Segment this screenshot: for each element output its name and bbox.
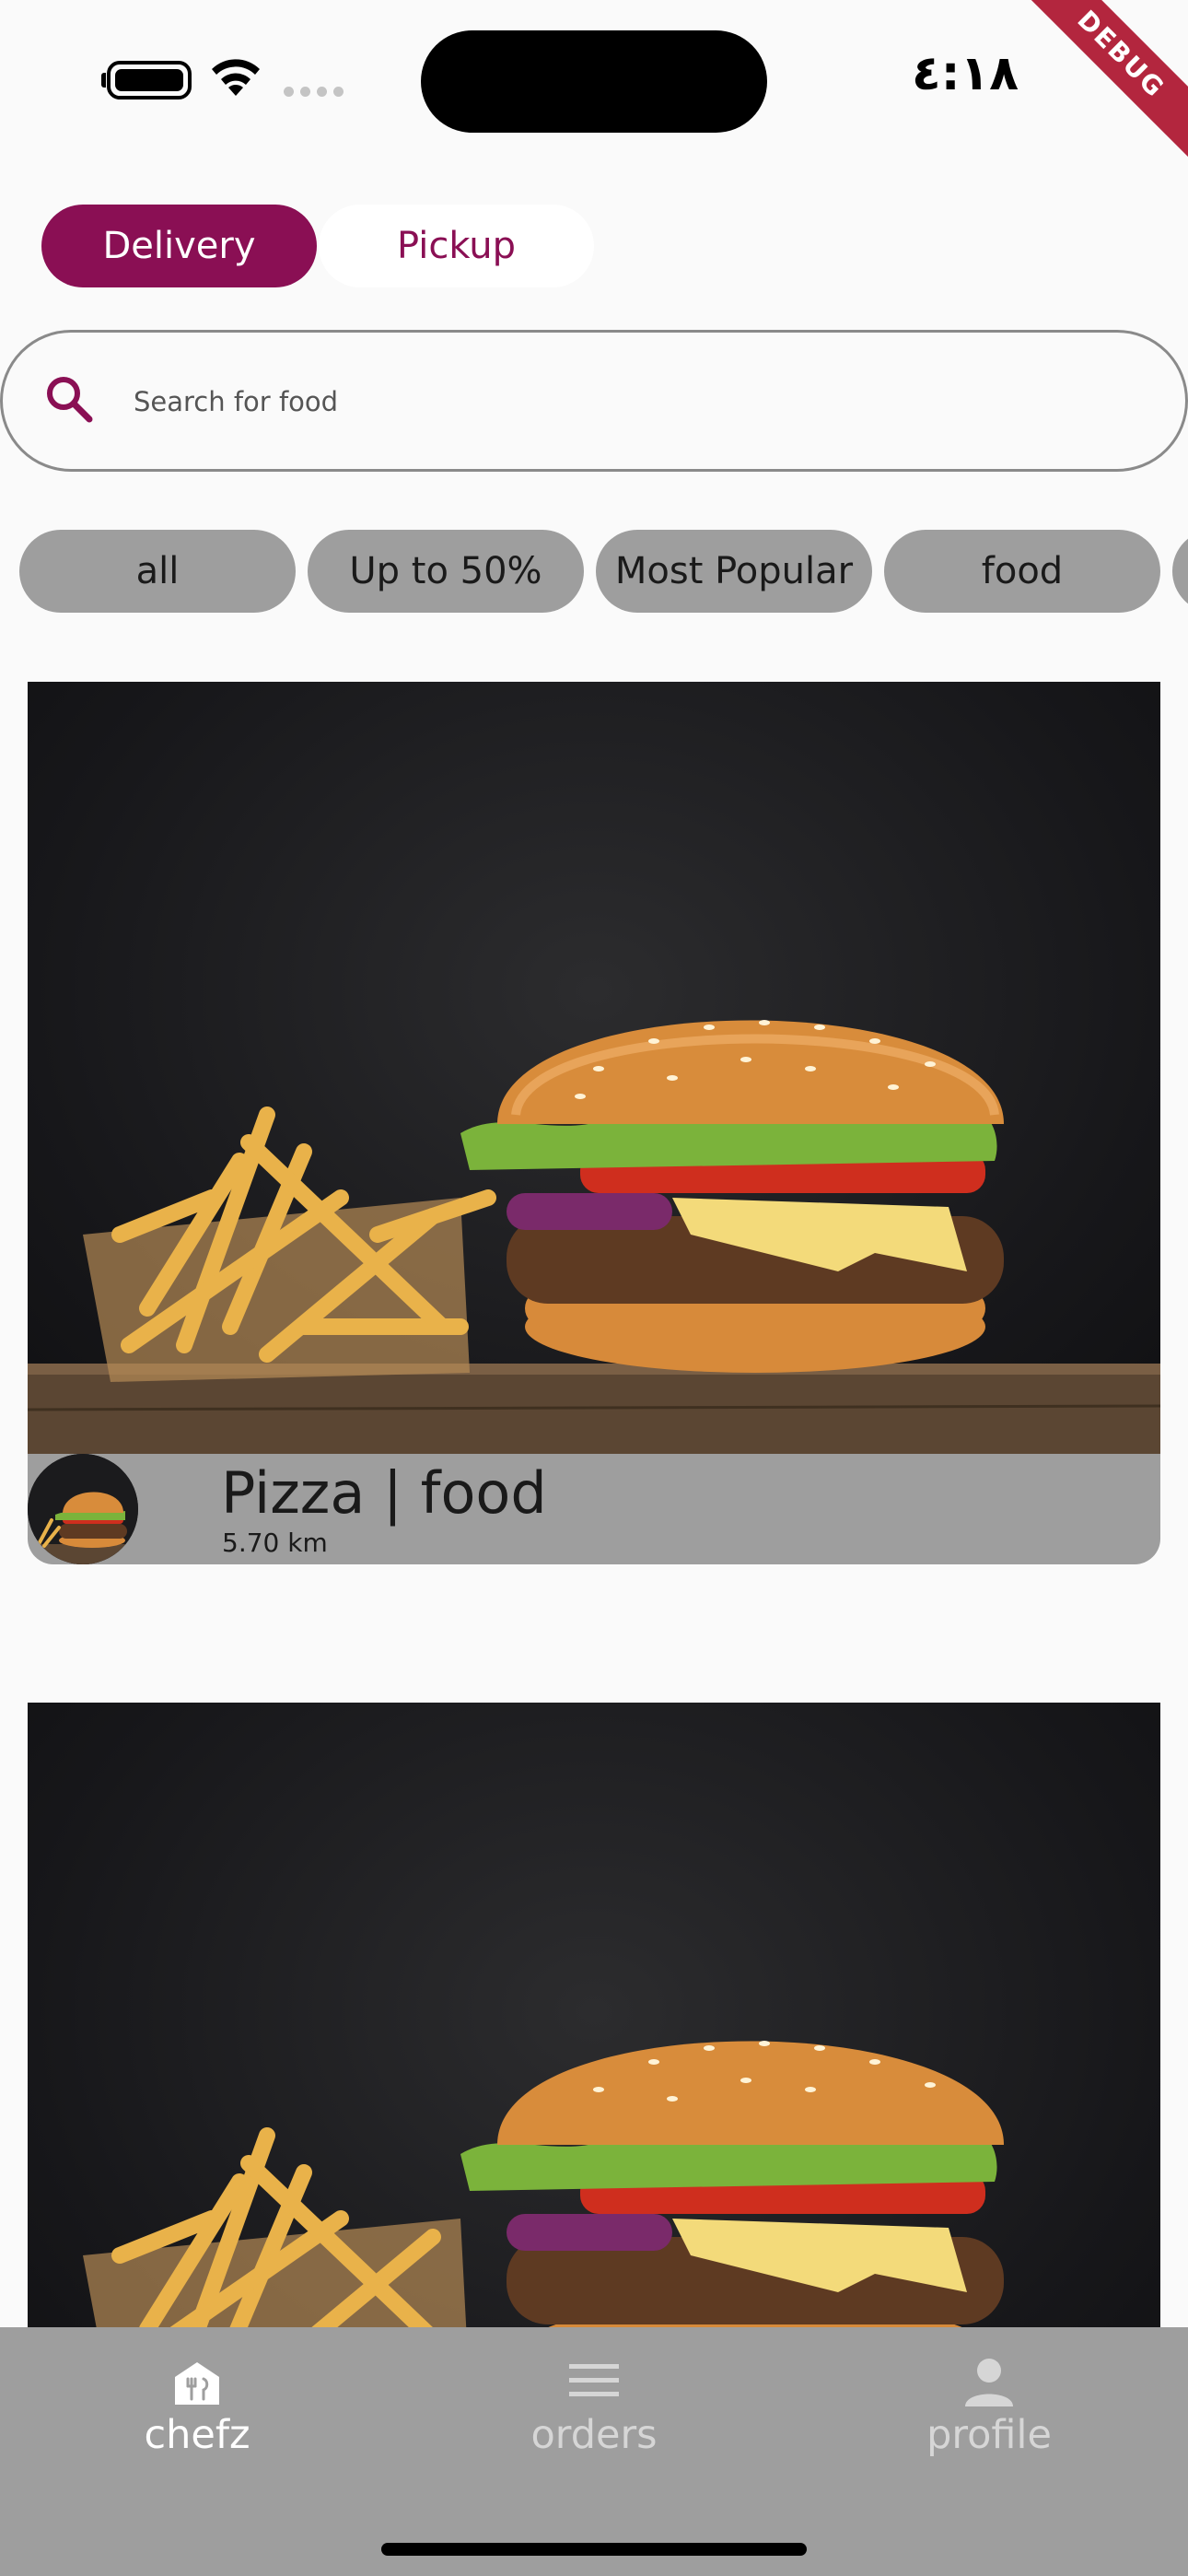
restaurant-card[interactable]: Pizza | food 5.70 km [28, 682, 1160, 1564]
pickup-button[interactable]: Pickup [319, 205, 594, 287]
filter-chips: all Up to 50% Most Popular food [19, 530, 1188, 613]
nav-item-profile[interactable]: profile [851, 2355, 1127, 2458]
person-icon [965, 2359, 1013, 2406]
nav-label-orders: orders [530, 2412, 658, 2458]
nav-item-chefz[interactable]: chefz [59, 2355, 335, 2458]
bottom-navigation: chefz orders profile [0, 2327, 1188, 2576]
status-bar: ٤:١٨ [0, 0, 1188, 157]
wifi-icon [212, 59, 260, 96]
nav-label-chefz: chefz [144, 2412, 250, 2458]
home-indicator[interactable] [381, 2543, 807, 2556]
nav-item-orders[interactable]: orders [456, 2355, 732, 2458]
restaurant-avatar [28, 1454, 138, 1564]
cellular-signal-icon [284, 87, 344, 97]
search-icon [47, 377, 93, 423]
battery-icon [107, 61, 192, 100]
card-info-bar: Pizza | food 5.70 km [28, 1454, 1160, 1564]
chef-home-icon [175, 2362, 219, 2405]
chip-all[interactable]: all [19, 530, 296, 613]
status-time: ٤:١٨ [912, 46, 1019, 101]
card-distance: 5.70 km [222, 1528, 328, 1558]
search-input[interactable] [134, 369, 1054, 434]
app-screen: ٤:١٨ DEBUG Delivery Pickup all Up to 50%… [0, 0, 1188, 2576]
delivery-button[interactable]: Delivery [41, 205, 317, 287]
delivery-pickup-toggle: Delivery Pickup [41, 205, 594, 287]
battery-cap [101, 73, 106, 88]
search-bar[interactable] [0, 330, 1188, 472]
list-icon [569, 2364, 619, 2396]
chip-partial[interactable] [1172, 530, 1188, 613]
chip-up-to-50[interactable]: Up to 50% [308, 530, 584, 613]
chip-food[interactable]: food [884, 530, 1160, 613]
card-title: Pizza | food [221, 1459, 547, 1527]
dynamic-island [421, 30, 767, 133]
nav-label-profile: profile [926, 2412, 1052, 2458]
chip-most-popular[interactable]: Most Popular [596, 530, 872, 613]
burger-image [28, 682, 1160, 1454]
